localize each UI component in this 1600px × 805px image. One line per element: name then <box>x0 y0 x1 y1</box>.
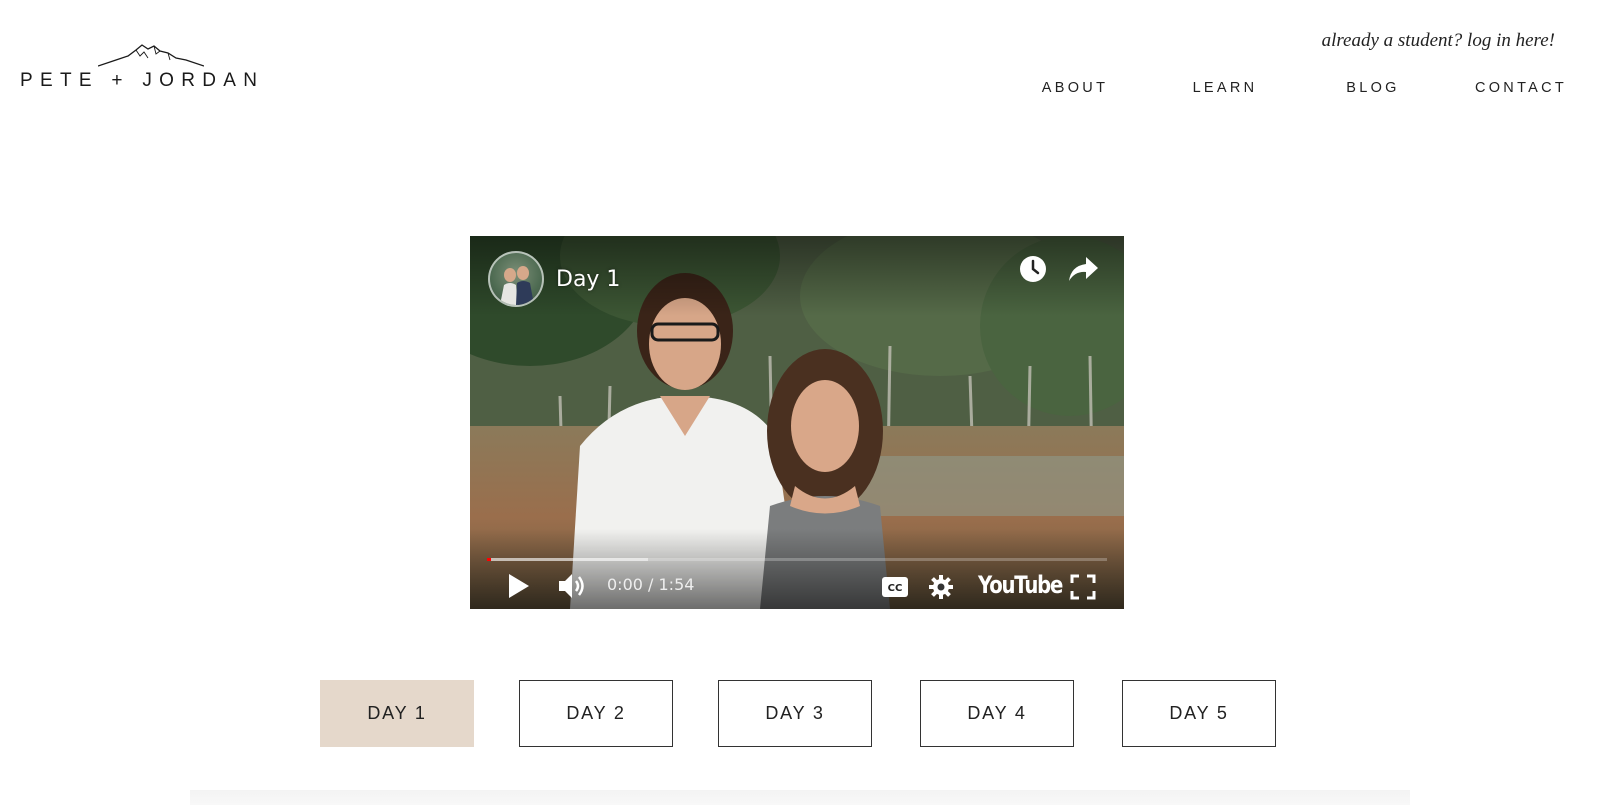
video-title[interactable]: Day 1 <box>556 267 620 292</box>
day-2-button[interactable]: DAY 2 <box>519 680 673 747</box>
youtube-logo[interactable]: YouTube <box>978 571 1063 599</box>
day-1-button[interactable]: DAY 1 <box>320 680 474 747</box>
watch-later-icon[interactable] <box>1018 254 1048 284</box>
nav-about[interactable]: ABOUT <box>1042 80 1108 96</box>
progress-played <box>487 558 491 561</box>
mountain-icon <box>98 44 204 67</box>
settings-icon[interactable] <box>928 574 954 600</box>
main-nav: ABOUT LEARN BLOG CONTACT <box>0 80 1600 100</box>
play-icon[interactable] <box>507 573 531 599</box>
student-login-link[interactable]: already a student? log in here! <box>1322 30 1555 52</box>
time-display: 0:00 / 1:54 <box>607 575 695 594</box>
day-3-button[interactable]: DAY 3 <box>718 680 872 747</box>
nav-contact[interactable]: CONTACT <box>1475 80 1567 96</box>
day-5-button[interactable]: DAY 5 <box>1122 680 1276 747</box>
avatar-image <box>500 266 534 305</box>
nav-blog[interactable]: BLOG <box>1346 80 1400 96</box>
volume-icon[interactable] <box>557 572 587 600</box>
progress-buffered <box>487 558 649 561</box>
nav-learn[interactable]: LEARN <box>1193 80 1258 96</box>
channel-avatar[interactable] <box>488 251 544 307</box>
video-player[interactable]: Day 1 0:00 / 1:54 CC YouTube <box>470 236 1124 609</box>
captions-icon[interactable]: CC <box>881 576 909 598</box>
svg-text:CC: CC <box>888 583 903 594</box>
content-section-edge <box>190 790 1410 805</box>
progress-bar[interactable] <box>487 558 1107 561</box>
share-icon[interactable] <box>1067 254 1099 284</box>
fullscreen-icon[interactable] <box>1070 574 1096 600</box>
day-4-button[interactable]: DAY 4 <box>920 680 1074 747</box>
